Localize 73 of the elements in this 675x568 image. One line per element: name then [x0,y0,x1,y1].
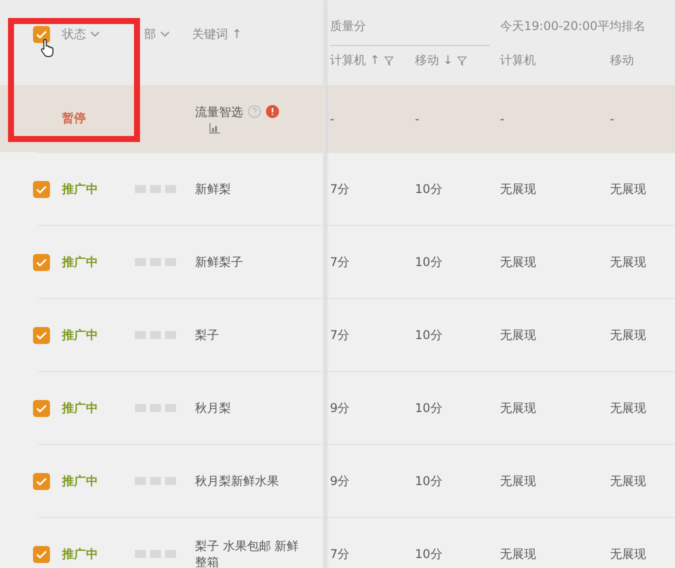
keyword-text: 秋月梨 [195,400,231,416]
table-cell-text: 无展现 [609,546,647,562]
table-cell-text: 7分 [329,254,351,270]
keyword-text: 新鲜梨 [195,181,231,197]
checkbox[interactable] [33,326,50,344]
filter-icon[interactable] [456,56,467,66]
check-icon [36,30,47,39]
checkbox[interactable] [33,26,50,43]
table-cell-text: 10分 [414,254,444,270]
table-cell-text: 无展现 [609,472,647,490]
alert-icon[interactable] [266,105,279,118]
table-cell-text: 9分 [329,400,351,416]
table-cell-text: 10分 [414,400,444,416]
check-icon [36,330,47,340]
chevron-down-icon[interactable] [90,31,100,38]
table-cell-text: 10分 [414,472,444,490]
hand-cursor-icon [40,38,56,58]
status-text: 推广中 [62,546,98,560]
column-header[interactable]: 计算机 [500,52,536,69]
table-cell-text: 无展现 [499,400,537,416]
chart-icon[interactable] [209,122,221,134]
column-header[interactable]: 计算机 ↑ [330,52,394,69]
table-cell-text: 无展现 [499,254,537,270]
table-cell-text: 10分 [414,546,444,562]
table-cell-text: 无展现 [499,180,537,198]
table-cell-text: 无展现 [609,254,647,270]
status-text: 推广中 [62,474,98,488]
check-icon [36,476,47,486]
help-icon[interactable] [248,105,261,118]
table-cell-text: - [329,112,336,126]
table-cell-text: - [414,112,420,126]
keyword-text: 流量智选 [195,104,243,120]
status-text: 推广中 [62,400,98,414]
status-text: 推广中 [62,328,98,342]
table-cell-text: 7分 [329,326,351,344]
status-filter[interactable]: 状态 [62,26,144,43]
status-text: 推广中 [62,254,98,268]
check-icon [36,404,47,412]
keyword-text: 梨子 水果包邮 新鲜整箱 [195,538,300,568]
table-cell-text: 无展现 [609,400,647,416]
column-header[interactable]: 移动 [610,52,634,69]
keyword-text: 梨子 [195,327,219,343]
column-header[interactable]: 关键词 ↑ [192,26,242,43]
table-cell-text: 无展现 [499,472,537,490]
table-cell-text: 10分 [414,326,444,344]
checkbox[interactable] [33,472,50,490]
check-icon [36,550,47,558]
keyword-text: 秋月梨新鲜水果 [195,473,279,489]
checkbox[interactable] [33,254,50,270]
table-cell-text: 7分 [329,180,351,198]
table-cell-text: - [609,112,616,126]
column-group-header: 今天19:00-20:00平均排名 [500,18,646,35]
status-text: 暂停 [62,111,86,125]
table-cell-text: - [499,112,506,126]
table-cell-text: 9分 [329,472,351,490]
check-icon [36,258,47,266]
checkbox[interactable] [33,546,50,562]
table-cell-text: 10分 [414,180,444,198]
keyword-text: 新鲜梨子 [195,254,243,270]
status-text: 推广中 [62,182,98,196]
column-group-header: 质量分 [330,18,490,46]
table-cell-text: 7分 [329,546,351,562]
table-cell-text: 无展现 [499,546,537,562]
table-cell-text: 无展现 [609,326,647,344]
table-cell-text: 无展现 [609,180,647,198]
checkbox[interactable] [33,180,50,198]
checkbox[interactable] [33,400,50,416]
check-icon [36,184,47,194]
filter-icon[interactable] [384,56,394,66]
column-header[interactable]: 移动 ↓ [415,52,467,69]
chevron-down-icon[interactable] [160,31,170,38]
table-cell-text: 无展现 [499,326,537,344]
scope-filter[interactable]: 部 [144,26,192,43]
